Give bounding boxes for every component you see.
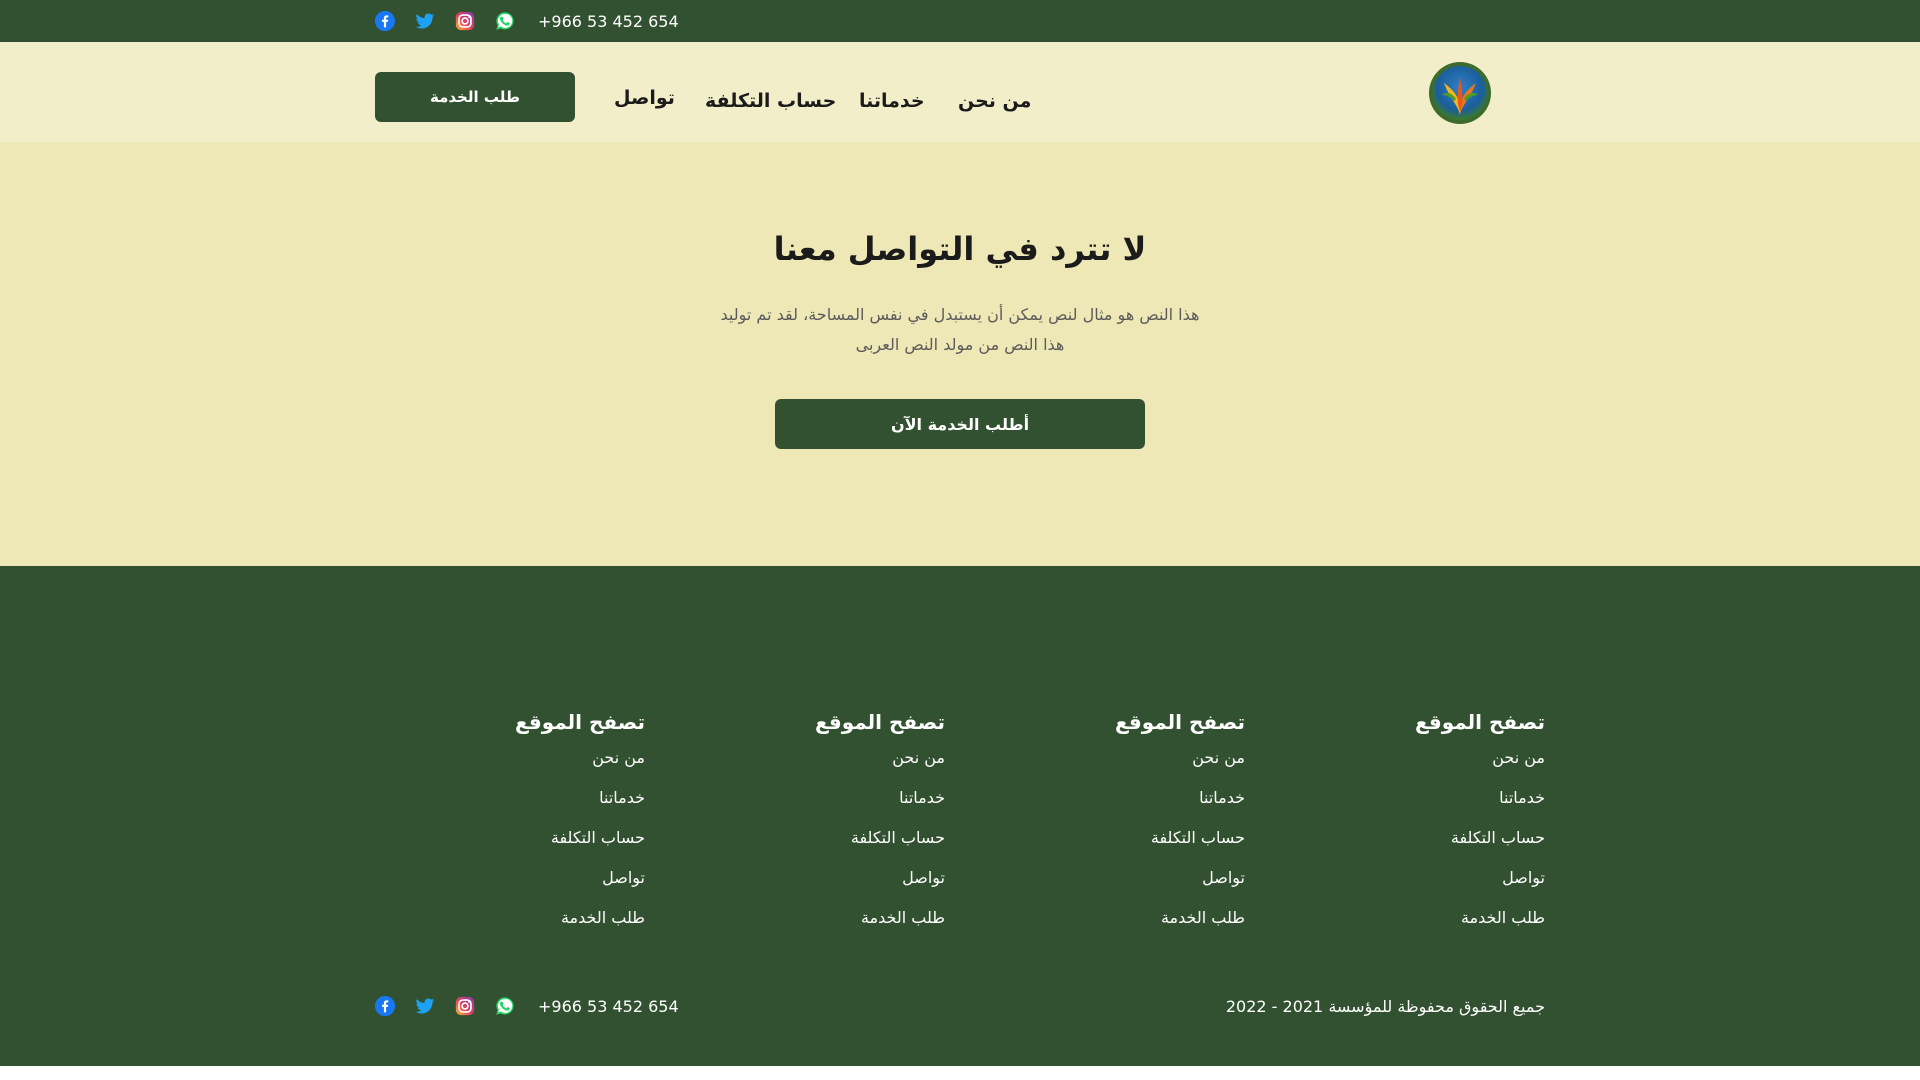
footer-link-list: من نحن خدماتنا حساب التكلفة تواصل طلب ال…	[1005, 748, 1245, 948]
footer-link-request[interactable]: طلب الخدمة	[405, 908, 645, 948]
footer-link-about[interactable]: من نحن	[1305, 748, 1545, 788]
site-footer: تصفح الموقع من نحن خدماتنا حساب التكلفة …	[0, 566, 1920, 1066]
footer-link-services[interactable]: خدماتنا	[1305, 788, 1545, 828]
facebook-icon[interactable]	[374, 995, 396, 1017]
footer-link-request[interactable]: طلب الخدمة	[705, 908, 945, 948]
copyright-text: جميع الحقوق محفوظة للمؤسسة 2021 - 2022	[1225, 997, 1545, 1016]
footer-link-cost[interactable]: حساب التكلفة	[405, 828, 645, 868]
nav-services[interactable]: خدماتنا	[859, 88, 925, 114]
footer-link-services[interactable]: خدماتنا	[405, 788, 645, 828]
footer-link-request[interactable]: طلب الخدمة	[1005, 908, 1245, 948]
footer-link-about[interactable]: من نحن	[1005, 748, 1245, 788]
hero-description: هذا النص هو مثال لنص يمكن أن يستبدل في ن…	[0, 300, 1920, 360]
footer-column: تصفح الموقع من نحن خدماتنا حساب التكلفة …	[1305, 708, 1545, 948]
footer-column: تصفح الموقع من نحن خدماتنا حساب التكلفة …	[705, 708, 945, 948]
phone-number[interactable]: +966 53 452 654	[538, 997, 679, 1016]
footer-link-cost[interactable]: حساب التكلفة	[705, 828, 945, 868]
footer-link-services[interactable]: خدماتنا	[1005, 788, 1245, 828]
footer-column-title: تصفح الموقع	[514, 710, 645, 734]
hero-title: لا تترد في التواصل معنا	[773, 230, 1147, 268]
footer-column-title: تصفح الموقع	[814, 710, 945, 734]
footer-link-services[interactable]: خدماتنا	[705, 788, 945, 828]
footer-link-list: من نحن خدماتنا حساب التكلفة تواصل طلب ال…	[405, 748, 645, 948]
footer-column-title: تصفح الموقع	[1414, 710, 1545, 734]
footer-column-title: تصفح الموقع	[1114, 710, 1245, 734]
whatsapp-icon[interactable]	[494, 995, 516, 1017]
instagram-icon[interactable]	[454, 10, 476, 32]
footer-link-about[interactable]: من نحن	[405, 748, 645, 788]
instagram-icon[interactable]	[454, 995, 476, 1017]
request-service-now-button[interactable]: أطلب الخدمة الآن	[775, 399, 1145, 449]
facebook-icon[interactable]	[374, 10, 396, 32]
footer-link-contact[interactable]: تواصل	[1305, 868, 1545, 908]
nav-cost-calculator[interactable]: حساب التكلفة	[705, 88, 836, 114]
twitter-icon[interactable]	[414, 10, 436, 32]
site-logo[interactable]	[1428, 61, 1492, 125]
footer-contact-row: +966 53 452 654	[374, 994, 679, 1018]
footer-link-contact[interactable]: تواصل	[405, 868, 645, 908]
hero-description-line-1: هذا النص هو مثال لنص يمكن أن يستبدل في ن…	[720, 305, 1200, 324]
twitter-icon[interactable]	[414, 995, 436, 1017]
top-bar: +966 53 452 654	[0, 0, 1920, 42]
footer-link-contact[interactable]: تواصل	[1005, 868, 1245, 908]
contact-cta-section: لا تترد في التواصل معنا هذا النص هو مثال…	[0, 142, 1920, 566]
footer-link-list: من نحن خدماتنا حساب التكلفة تواصل طلب ال…	[705, 748, 945, 948]
footer-column: تصفح الموقع من نحن خدماتنا حساب التكلفة …	[1005, 708, 1245, 948]
phone-number[interactable]: +966 53 452 654	[538, 12, 679, 31]
footer-link-about[interactable]: من نحن	[705, 748, 945, 788]
nav-contact[interactable]: تواصل	[614, 85, 675, 111]
main-header: طلب الخدمة تواصل حساب التكلفة خدماتنا من…	[0, 42, 1920, 142]
footer-link-request[interactable]: طلب الخدمة	[1305, 908, 1545, 948]
footer-column: تصفح الموقع من نحن خدماتنا حساب التكلفة …	[405, 708, 645, 948]
whatsapp-icon[interactable]	[494, 10, 516, 32]
top-contact-row: +966 53 452 654	[374, 9, 679, 33]
footer-link-cost[interactable]: حساب التكلفة	[1005, 828, 1245, 868]
request-service-button[interactable]: طلب الخدمة	[375, 72, 575, 122]
page-bottom-edge	[0, 1066, 1920, 1080]
footer-link-contact[interactable]: تواصل	[705, 868, 945, 908]
footer-link-list: من نحن خدماتنا حساب التكلفة تواصل طلب ال…	[1305, 748, 1545, 948]
footer-link-cost[interactable]: حساب التكلفة	[1305, 828, 1545, 868]
hero-description-line-2: هذا النص من مولد النص العربى	[855, 335, 1065, 354]
nav-about-us[interactable]: من نحن	[958, 88, 1031, 114]
